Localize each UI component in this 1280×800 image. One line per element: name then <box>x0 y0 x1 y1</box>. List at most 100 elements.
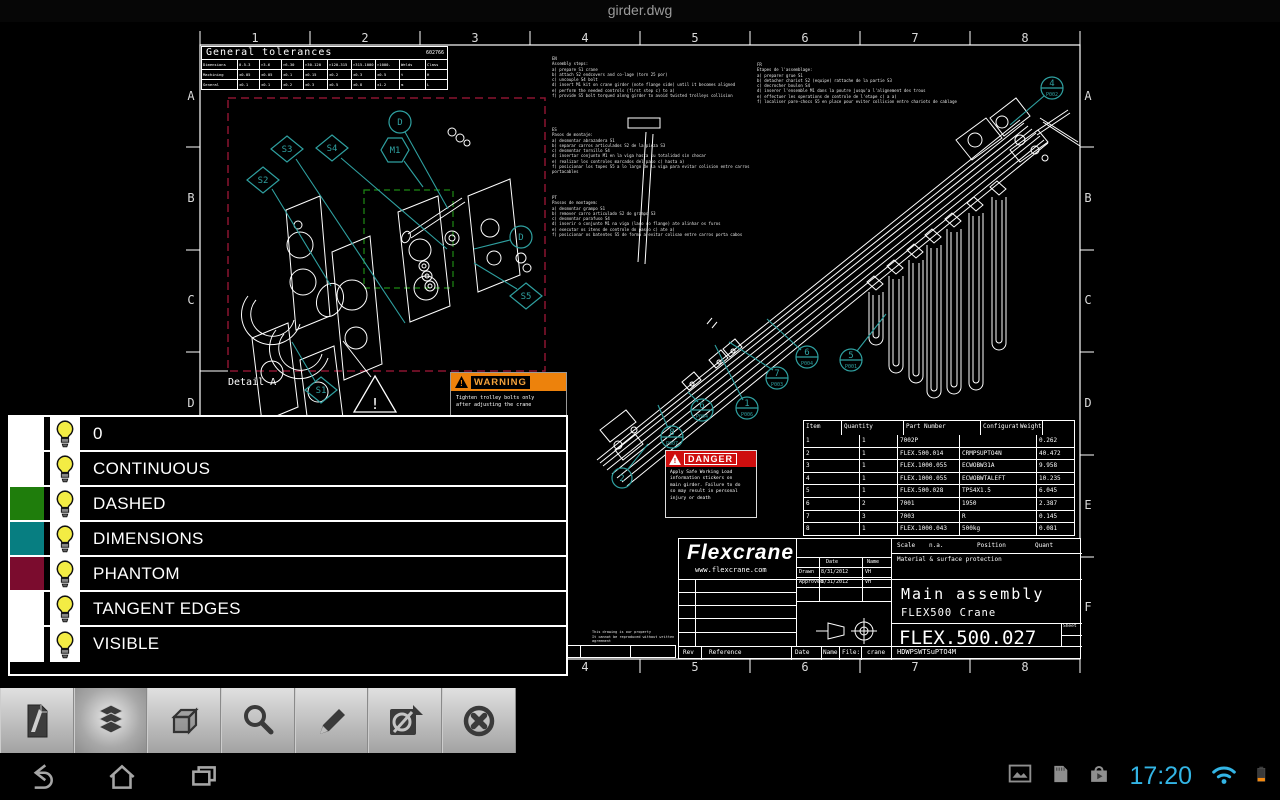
parts-table-row: 31FLEX.1000.055ECWOBW31A9.958 <box>804 460 1074 473</box>
layer-name: DASHED <box>93 487 166 520</box>
3d-view-button[interactable] <box>147 688 221 753</box>
layer-row[interactable]: VISIBLE <box>10 627 566 662</box>
orbit-off-button[interactable] <box>368 688 442 753</box>
svg-text:6: 6 <box>801 660 808 674</box>
layers-icon <box>89 701 133 741</box>
layers-button[interactable] <box>74 688 148 753</box>
property-note: This drawing is our propertyIt cannot be… <box>592 630 677 644</box>
layer-color-swatch <box>10 627 44 662</box>
layer-name: DIMENSIONS <box>93 522 204 555</box>
layer-row[interactable]: CONTINUOUS <box>10 452 566 487</box>
layer-visibility-bulb-icon[interactable] <box>50 592 80 625</box>
zoom-button[interactable] <box>221 688 295 753</box>
svg-text:C: C <box>1084 293 1091 307</box>
warning-body: Tighten trolley bolts only after adjusti… <box>451 391 566 413</box>
flexcrane-url: www.flexcrane.com <box>695 566 767 574</box>
parts-table-row: 81FLEX.1000.043500kg0.081 <box>804 523 1074 536</box>
svg-text:4: 4 <box>1049 79 1054 89</box>
orbit-off-icon <box>385 701 425 741</box>
layer-name: 0 <box>93 417 103 450</box>
svg-text:5: 5 <box>691 660 698 674</box>
layer-color-swatch <box>10 592 44 625</box>
svg-text:1: 1 <box>251 31 258 45</box>
scale-value: n.a. <box>929 542 943 549</box>
svg-text:F: F <box>1084 600 1091 614</box>
title-block: Flexcrane www.flexcrane.com Scale n.a. P… <box>678 538 1081 659</box>
svg-text:D: D <box>187 396 194 410</box>
layer-row[interactable]: DASHED <box>10 487 566 522</box>
layer-visibility-bulb-icon[interactable] <box>50 627 80 662</box>
parts-table-row: 41FLEX.1000.055ECWOBWTALEFT10.235 <box>804 473 1074 486</box>
svg-text:8: 8 <box>1021 660 1028 674</box>
position-label: Position <box>977 542 1006 549</box>
recents-button[interactable] <box>186 760 222 799</box>
svg-text:S2: S2 <box>258 176 269 186</box>
svg-text:P007: P007 <box>666 441 678 447</box>
svg-text:6: 6 <box>699 401 704 411</box>
layer-name: PHANTOM <box>93 557 180 590</box>
svg-text:4: 4 <box>581 31 588 45</box>
layers-panel: 0 CONTINUOUS DASHED DIMENSIONS <box>8 415 568 676</box>
layer-name: TANGENT EDGES <box>93 592 241 625</box>
dashed-box <box>364 190 453 288</box>
tolerances-row: Machining±0.05±0.05±0.1±0.15±0.2±0.3±0.5… <box>202 70 447 80</box>
parts-table: Item NumberQuantityPart NumberConfigurat… <box>803 420 1075 536</box>
back-button[interactable] <box>22 760 58 799</box>
close-button[interactable] <box>442 688 516 753</box>
flexcrane-logo: Flexcrane <box>687 541 794 565</box>
svg-text:S1: S1 <box>316 386 327 396</box>
svg-text:8: 8 <box>669 428 674 438</box>
layer-row[interactable]: PHANTOM <box>10 557 566 592</box>
android-system-bar: 17:20 <box>0 755 1280 800</box>
magnifier-icon <box>238 701 278 741</box>
svg-text:4: 4 <box>581 660 588 674</box>
svg-text:P003: P003 <box>771 382 783 388</box>
svg-text:8: 8 <box>1021 31 1028 45</box>
layer-color-swatch <box>10 487 44 520</box>
layer-visibility-bulb-icon[interactable] <box>50 452 80 485</box>
svg-text:5: 5 <box>691 31 698 45</box>
svg-text:E: E <box>1084 498 1091 512</box>
layer-color-swatch <box>10 417 44 450</box>
danger-body: Apply Safe Working Load information stic… <box>666 467 756 505</box>
parts-table-row: 21FLEX.500.014CRMPSUPTO4N40.472 <box>804 448 1074 461</box>
layer-visibility-bulb-icon[interactable] <box>50 557 80 590</box>
svg-text:B: B <box>187 191 194 205</box>
layer-visibility-bulb-icon[interactable] <box>50 522 80 555</box>
layer-row[interactable]: TANGENT EDGES <box>10 592 566 627</box>
date-label2: Date <box>795 649 809 656</box>
layer-row[interactable]: 0 <box>10 417 566 452</box>
file-label: File: <box>842 649 860 656</box>
layer-row[interactable]: DIMENSIONS <box>10 522 566 557</box>
drawing-subtitle: FLEX500 Crane <box>901 607 996 619</box>
file-button[interactable] <box>0 688 74 753</box>
svg-text:P004: P004 <box>696 414 708 420</box>
svg-text:7: 7 <box>911 660 918 674</box>
gallery-status-icon <box>1005 759 1035 794</box>
svg-text:3: 3 <box>471 31 478 45</box>
svg-text:D: D <box>397 118 402 128</box>
material-label: Material & surface protection <box>897 556 1002 563</box>
scale-label: Scale <box>897 542 915 549</box>
drawing-title: Main assembly <box>901 585 1044 603</box>
layer-color-swatch <box>10 557 44 590</box>
svg-text:A: A <box>187 89 195 103</box>
note-pt: PT Passos de montagem: a) desmontar gram… <box>552 195 760 237</box>
layer-visibility-bulb-icon[interactable] <box>50 417 80 450</box>
window-titlebar: girder.dwg <box>0 0 1280 22</box>
clock: 17:20 <box>1129 762 1192 791</box>
home-button[interactable] <box>104 760 140 799</box>
markup-button[interactable] <box>295 688 369 753</box>
svg-text:!: ! <box>460 379 463 388</box>
layer-color-swatch <box>10 452 44 485</box>
tolerances-row: General±0.1±0.1±0.2±0.3±0.5±0.8±1.2mL <box>202 80 447 90</box>
drawn-date: 8/31/2012 <box>821 569 848 575</box>
svg-text:!: ! <box>370 395 379 413</box>
svg-text:S5: S5 <box>521 292 532 302</box>
config-code: HDWPSWTSuPTO4M <box>897 648 956 656</box>
approved-date: 8/31/2012 <box>821 579 848 585</box>
pencil-icon <box>312 701 352 741</box>
layer-visibility-bulb-icon[interactable] <box>50 487 80 520</box>
wifi-icon <box>1208 759 1240 794</box>
general-tolerances-table: General tolerances602766 Dimensions0.5-3… <box>201 46 448 90</box>
